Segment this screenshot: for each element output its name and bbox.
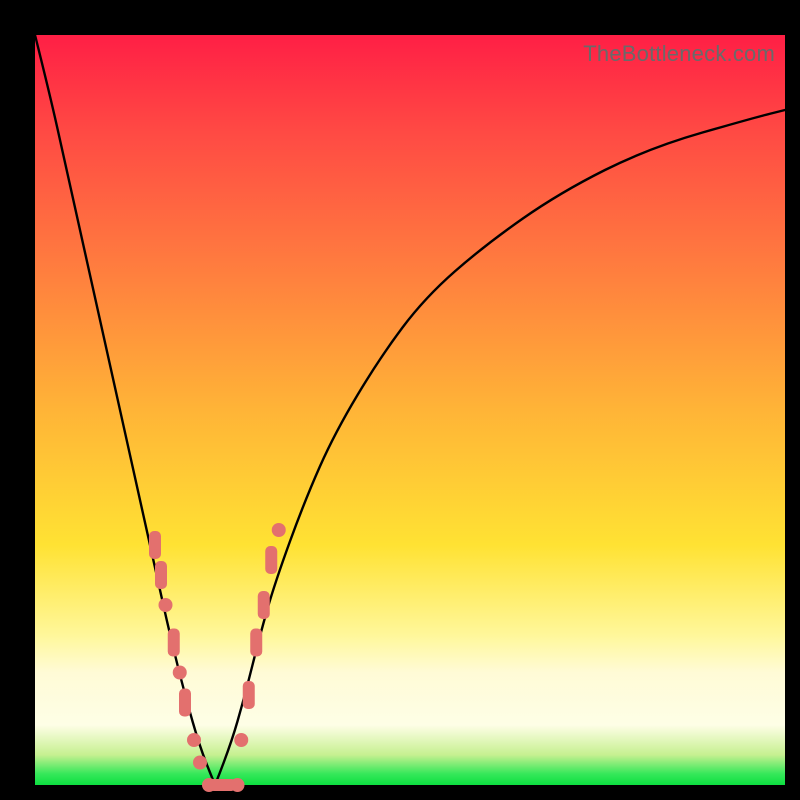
data-marker <box>155 561 167 589</box>
outer-frame: TheBottleneck.com <box>0 0 800 800</box>
marker-group <box>149 523 286 792</box>
data-marker <box>173 666 187 680</box>
data-marker <box>250 629 262 657</box>
plot-area: TheBottleneck.com <box>35 35 785 785</box>
data-marker <box>243 681 255 709</box>
data-marker <box>187 733 201 747</box>
data-marker <box>272 523 286 537</box>
data-marker <box>231 778 245 792</box>
data-marker <box>234 733 248 747</box>
data-marker <box>168 629 180 657</box>
data-marker <box>265 546 277 574</box>
curve-path-right <box>215 110 785 785</box>
data-marker <box>149 531 161 559</box>
data-marker <box>258 591 270 619</box>
data-marker <box>193 756 207 770</box>
chart-svg <box>35 35 785 785</box>
data-marker <box>179 689 191 717</box>
data-marker <box>159 598 173 612</box>
curve-path-left <box>35 35 215 785</box>
